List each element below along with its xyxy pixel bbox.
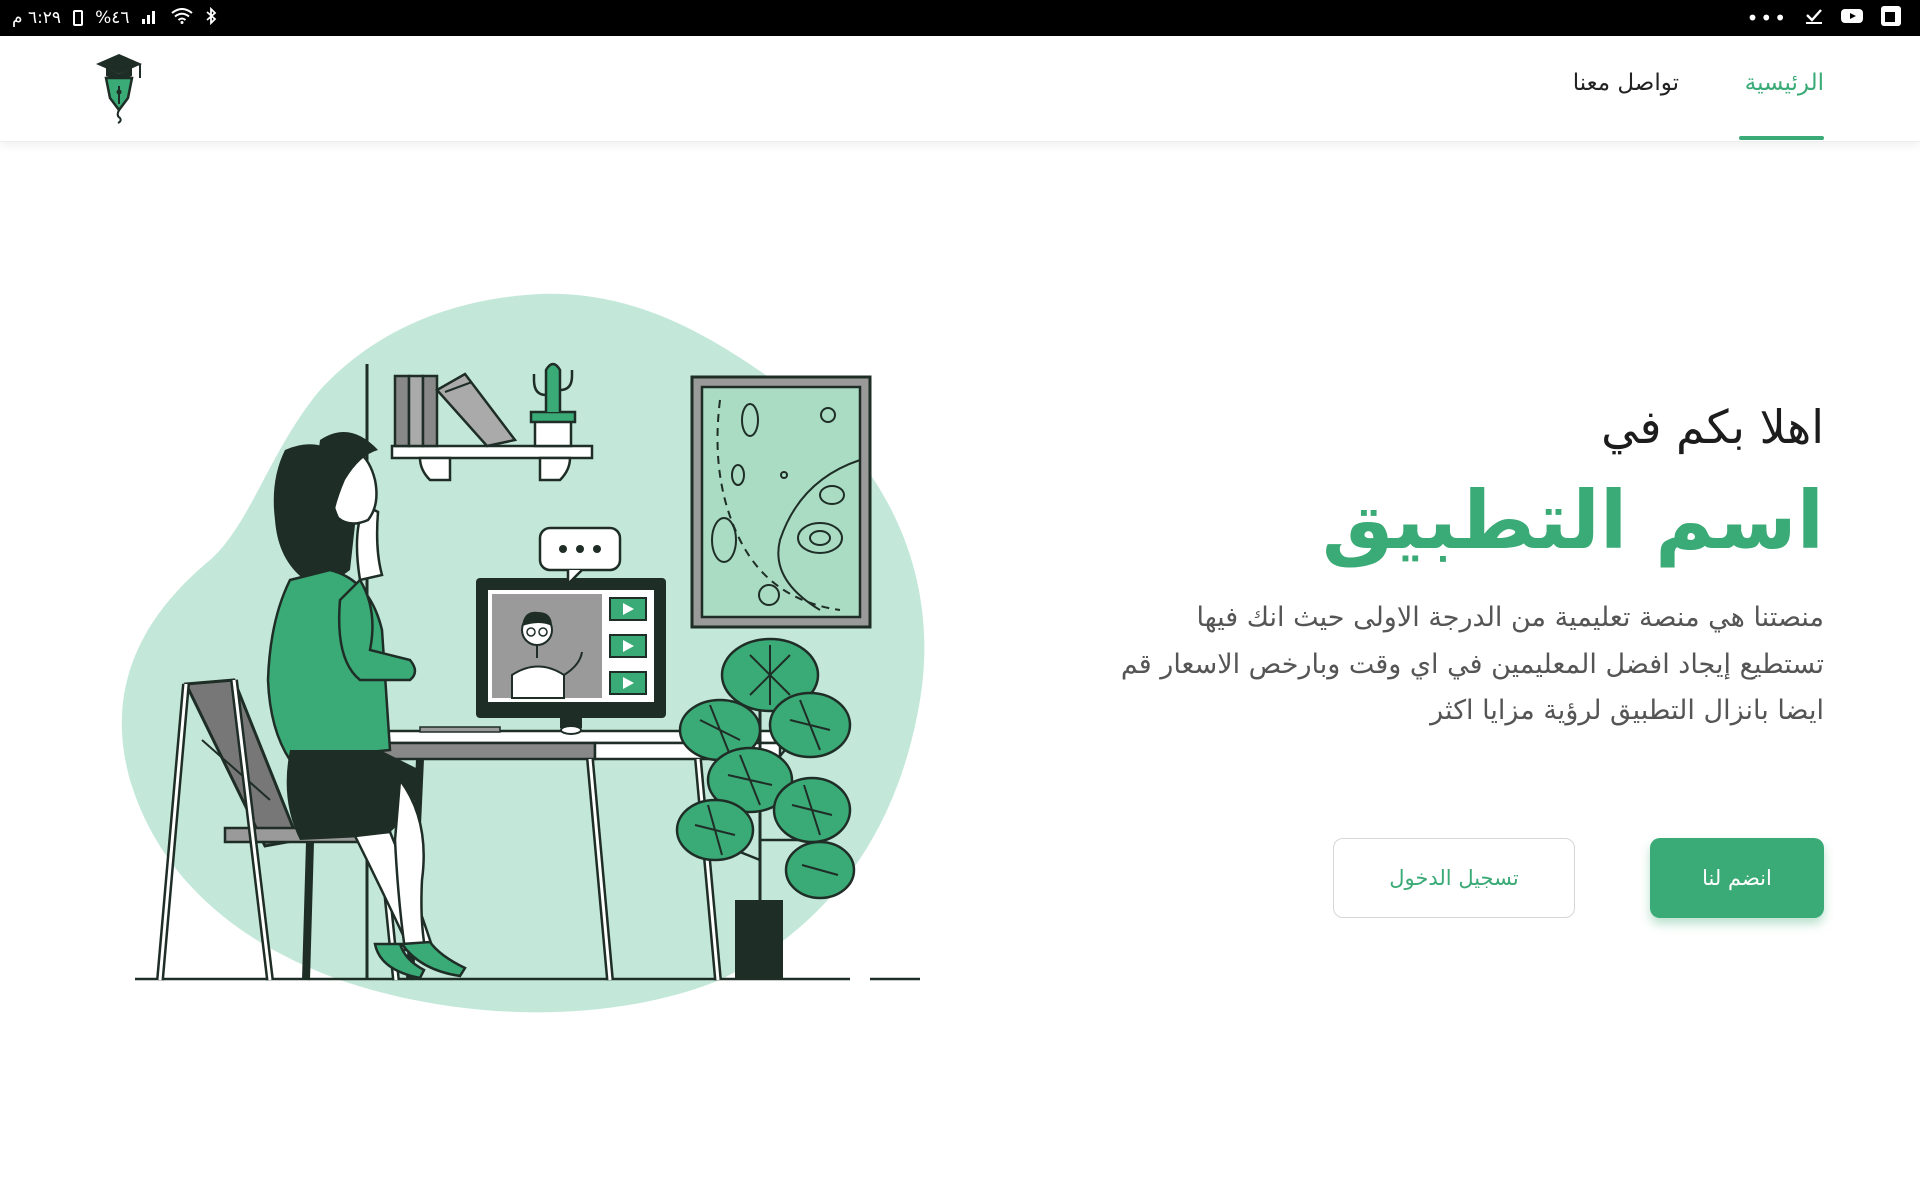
wall-painting bbox=[690, 375, 872, 629]
hero-description-line: منصتنا هي منصة تعليمية من الدرجة الاولى … bbox=[1196, 602, 1824, 634]
youtube-icon bbox=[1840, 7, 1864, 30]
status-time: ٦:٢٩ م bbox=[12, 8, 62, 28]
battery-level: %٤٦ bbox=[95, 8, 130, 28]
hero-description-line: ايضا بانزال التطبيق لرؤية مزايا اكثر bbox=[1430, 695, 1824, 727]
graduation-cap-logo-icon[interactable] bbox=[92, 52, 146, 124]
nav-home[interactable]: الرئيسية bbox=[1745, 70, 1824, 96]
check-icon bbox=[1804, 7, 1824, 30]
app-icon bbox=[1880, 5, 1902, 32]
hero-description: منصتنا هي منصة تعليمية من الدرجة الاولى … bbox=[964, 595, 1824, 734]
hero-greeting: اهلا بكم في bbox=[1601, 400, 1824, 454]
nav-active-indicator bbox=[1739, 136, 1824, 140]
more-dots-icon: ••• bbox=[1746, 6, 1788, 30]
status-left: ٦:٢٩ م %٤٦ bbox=[12, 6, 217, 30]
wifi-icon bbox=[171, 7, 194, 29]
hero-description-line: تستطيع إيجاد افضل المعليمين في اي وقت وب… bbox=[1120, 648, 1824, 680]
join-button[interactable]: انضم لنا bbox=[1650, 838, 1824, 918]
status-right: ••• bbox=[1747, 5, 1902, 32]
battery-icon bbox=[73, 10, 84, 26]
nav-contact[interactable]: تواصل معنا bbox=[1573, 70, 1679, 96]
hero-section: اهلا بكم في اسم التطبيق منصتنا هي منصة ت… bbox=[964, 400, 1824, 735]
hero-app-name: اسم التطبيق bbox=[1321, 474, 1824, 568]
bluetooth-icon bbox=[205, 6, 217, 30]
signal-icon bbox=[141, 8, 159, 29]
login-button[interactable]: تسجيل الدخول bbox=[1333, 838, 1575, 918]
hero-illustration bbox=[120, 280, 940, 1020]
top-navbar: الرئيسية تواصل معنا bbox=[0, 36, 1920, 142]
status-bar: ٦:٢٩ م %٤٦ ••• bbox=[0, 0, 1920, 36]
